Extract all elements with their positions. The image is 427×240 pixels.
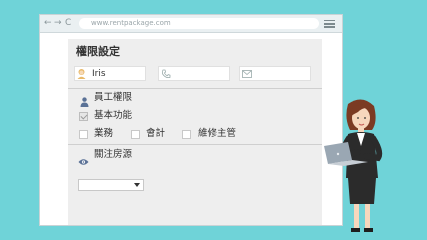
phone-field[interactable] [158,66,230,81]
woman-with-laptop-illustration [324,99,383,232]
eye-icon [78,151,89,170]
email-field[interactable] [239,66,311,81]
accounting-label: 會計 [146,128,166,139]
maintenance-supervisor-label: 維修主管 [198,128,237,139]
browser-toolbar: ← → C www.rentpackage.com [40,15,342,33]
name-value: Iris [92,69,106,79]
sales-checkbox[interactable] [79,130,88,139]
basic-function-label: 基本功能 [94,110,133,121]
mail-icon [241,68,252,79]
avatar-icon [76,68,87,79]
back-arrow-icon[interactable]: ← [44,17,52,29]
browser-window: ← → C www.rentpackage.com 權限設定 Iris 員工權限… [40,15,342,225]
divider [68,144,322,145]
section-followed-listings: 關注房源 [94,149,133,160]
accounting-checkbox[interactable] [131,130,140,139]
permission-settings-panel: 權限設定 Iris 員工權限 基本功能 業務 會計 維修主管 關注房源 [68,39,322,225]
address-bar[interactable]: www.rentpackage.com [79,18,319,29]
divider [68,88,322,89]
basic-function-checkbox[interactable] [79,112,88,121]
reload-icon[interactable]: C [65,17,71,29]
user-icon [80,92,89,111]
maintenance-supervisor-checkbox[interactable] [182,130,191,139]
page-title: 權限設定 [76,45,120,58]
section-staff-permission: 員工權限 [94,92,133,103]
name-field[interactable]: Iris [74,66,146,81]
followed-listings-dropdown[interactable] [78,179,144,191]
sales-label: 業務 [94,128,114,139]
phone-icon [160,68,171,79]
hamburger-menu-icon[interactable] [324,20,335,28]
chevron-down-icon [134,183,140,187]
forward-arrow-icon[interactable]: → [54,17,62,29]
